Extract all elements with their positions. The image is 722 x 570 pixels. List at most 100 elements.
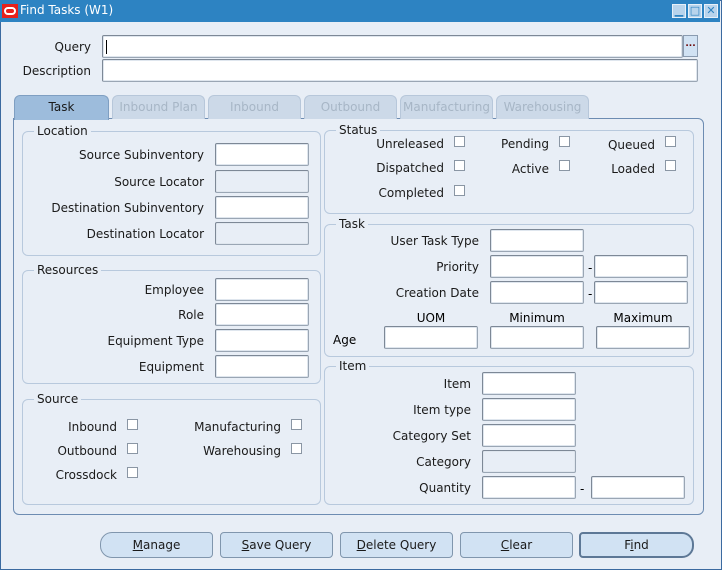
query-input[interactable]	[102, 35, 683, 58]
minimize-icon[interactable]: ▁	[672, 4, 686, 18]
equipment-label: Equipment	[138, 360, 204, 374]
age-uom-header: UOM	[416, 311, 446, 325]
source-outbound-checkbox[interactable]	[127, 443, 138, 454]
status-unreleased-checkbox[interactable]	[454, 136, 465, 147]
status-active-checkbox[interactable]	[559, 160, 570, 171]
priority-range-separator: -	[588, 261, 593, 275]
query-label: Query	[54, 40, 91, 54]
age-label: Age	[333, 333, 357, 347]
creation-date-from-input[interactable]	[490, 281, 584, 304]
find-button-label: nd	[633, 538, 649, 552]
clear-button-label: lear	[509, 538, 533, 552]
manage-button[interactable]: Manage	[100, 532, 213, 558]
status-group-title: Status	[336, 123, 381, 137]
category-set-label: Category Set	[392, 429, 471, 443]
query-lov-button[interactable]: ...	[683, 35, 698, 57]
equipment-type-input[interactable]	[215, 329, 309, 352]
category-label: Category	[416, 455, 471, 469]
status-completed-label: Completed	[378, 186, 444, 200]
priority-to-input[interactable]	[594, 255, 688, 278]
creation-date-label: Creation Date	[395, 286, 479, 300]
tab-inbound[interactable]: Inbound	[208, 95, 301, 119]
user-task-type-input[interactable]	[490, 229, 584, 252]
status-queued-label: Queued	[607, 138, 655, 152]
tab-warehousing[interactable]: Warehousing	[496, 95, 589, 119]
quantity-from-input[interactable]	[482, 476, 576, 499]
source-outbound-label: Outbound	[57, 444, 117, 458]
tab-outbound[interactable]: Outbound	[304, 95, 397, 119]
role-label: Role	[178, 308, 204, 322]
source-inbound-checkbox[interactable]	[127, 419, 138, 430]
oracle-app-icon	[2, 4, 18, 18]
source-warehousing-checkbox[interactable]	[291, 443, 302, 454]
item-group-title: Item	[336, 359, 370, 373]
destination-subinventory-label: Destination Subinventory	[51, 201, 204, 215]
quantity-to-input[interactable]	[591, 476, 685, 499]
description-label: Description	[22, 64, 91, 78]
status-dispatched-checkbox[interactable]	[454, 160, 465, 171]
age-uom-input[interactable]	[384, 326, 478, 349]
employee-input[interactable]	[215, 278, 309, 301]
item-type-input[interactable]	[482, 398, 576, 421]
source-group-title: Source	[34, 392, 82, 406]
item-label: Item	[443, 377, 471, 391]
source-subinventory-label: Source Subinventory	[79, 148, 204, 162]
status-pending-label: Pending	[501, 137, 549, 151]
find-button[interactable]: Find	[579, 532, 694, 558]
source-manufacturing-label: Manufacturing	[194, 420, 281, 434]
tab-manufacturing[interactable]: Manufacturing	[400, 95, 493, 119]
task-group-title: Task	[336, 217, 368, 231]
maximize-icon[interactable]: □	[688, 4, 702, 18]
equipment-input[interactable]	[215, 355, 309, 378]
age-minimum-input[interactable]	[490, 326, 584, 349]
category-set-input[interactable]	[482, 424, 576, 447]
age-maximum-input[interactable]	[596, 326, 690, 349]
status-loaded-checkbox[interactable]	[665, 160, 676, 171]
priority-label: Priority	[436, 260, 479, 274]
save-query-button[interactable]: Save Query	[220, 532, 333, 558]
location-group-title: Location	[34, 124, 91, 138]
status-unreleased-label: Unreleased	[376, 137, 444, 151]
item-input[interactable]	[482, 372, 576, 395]
delete-query-button-label: elete Query	[365, 538, 437, 552]
source-crossdock-checkbox[interactable]	[127, 467, 138, 478]
tab-inbound-plan[interactable]: Inbound Plan	[112, 95, 205, 119]
status-dispatched-label: Dispatched	[376, 161, 444, 175]
clear-mnemonic: C	[500, 538, 510, 552]
source-inbound-label: Inbound	[68, 420, 117, 434]
status-pending-checkbox[interactable]	[559, 136, 570, 147]
resources-group-title: Resources	[34, 263, 102, 277]
source-locator-label: Source Locator	[114, 175, 204, 189]
save-query-button-label: ave Query	[249, 538, 312, 552]
destination-locator-label: Destination Locator	[86, 227, 204, 241]
close-icon[interactable]: ✕	[704, 4, 718, 18]
delete-query-button[interactable]: Delete Query	[340, 532, 453, 558]
creation-date-range-separator: -	[588, 287, 593, 301]
manage-mnemonic: M	[132, 538, 144, 552]
category-input	[482, 450, 576, 473]
destination-locator-input	[215, 222, 309, 245]
age-minimum-header: Minimum	[509, 311, 565, 325]
age-maximum-header: Maximum	[613, 311, 673, 325]
source-subinventory-input[interactable]	[215, 143, 309, 166]
employee-label: Employee	[144, 283, 204, 297]
source-manufacturing-checkbox[interactable]	[291, 419, 302, 430]
status-loaded-label: Loaded	[611, 162, 655, 176]
destination-subinventory-input[interactable]	[215, 196, 309, 219]
description-input[interactable]	[102, 59, 698, 82]
priority-from-input[interactable]	[490, 255, 584, 278]
equipment-type-label: Equipment Type	[107, 334, 204, 348]
clear-button[interactable]: Clear	[460, 532, 573, 558]
manage-button-label: anage	[143, 538, 181, 552]
status-active-label: Active	[511, 162, 549, 176]
source-crossdock-label: Crossdock	[55, 468, 117, 482]
quantity-range-separator: -	[580, 482, 585, 496]
tab-task[interactable]: Task	[14, 95, 109, 120]
source-warehousing-label: Warehousing	[203, 444, 281, 458]
role-input[interactable]	[215, 303, 309, 326]
window-title: Find Tasks (W1)	[20, 3, 114, 17]
creation-date-to-input[interactable]	[594, 281, 688, 304]
status-queued-checkbox[interactable]	[665, 136, 676, 147]
title-bar[interactable]: Find Tasks (W1) ▁ □ ✕	[0, 0, 720, 22]
status-completed-checkbox[interactable]	[454, 185, 465, 196]
